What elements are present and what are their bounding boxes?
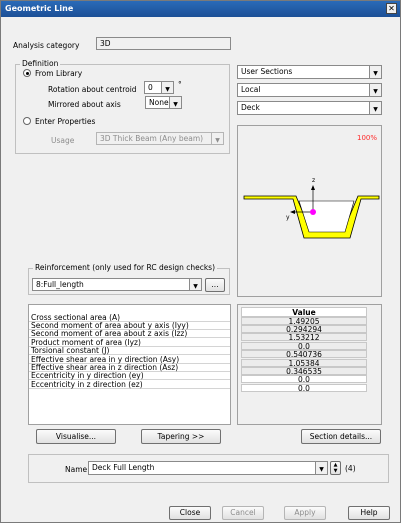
property-row-label: Eccentricity in z direction (ez) bbox=[29, 381, 230, 389]
from-library-label: From Library bbox=[35, 69, 83, 78]
rotation-unit: ° bbox=[178, 80, 182, 89]
chevron-down-icon[interactable]: ▼ bbox=[315, 462, 327, 474]
chevron-down-icon[interactable]: ▼ bbox=[369, 66, 381, 78]
definition-group-label: Definition bbox=[20, 59, 61, 68]
usage-value: 3D Thick Beam (Any beam) bbox=[100, 134, 204, 143]
z-axis-arrow bbox=[311, 185, 315, 190]
z-axis-label: z bbox=[312, 177, 315, 184]
spinner-down-icon[interactable]: ▼ bbox=[331, 468, 340, 474]
chevron-down-icon[interactable]: ▼ bbox=[169, 97, 181, 108]
usage-dropdown[interactable]: 3D Thick Beam (Any beam) ▼ bbox=[96, 132, 224, 145]
usage-label: Usage bbox=[51, 136, 75, 145]
property-row-value: 1.05384 bbox=[241, 359, 367, 368]
reinforcement-dropdown[interactable]: 8:Full_length ▼ bbox=[32, 278, 202, 291]
property-row-value: 0.540736 bbox=[241, 350, 367, 359]
library-category-dropdown[interactable]: User Sections ▼ bbox=[237, 65, 382, 79]
tapering-button[interactable]: Tapering >> bbox=[141, 429, 221, 444]
from-library-radio[interactable] bbox=[23, 69, 31, 77]
reinforcement-browse-button[interactable]: ... bbox=[205, 278, 225, 292]
name-count: (4) bbox=[345, 464, 356, 473]
geometric-line-dialog: Geometric Line ✕ Analysis category 3D De… bbox=[0, 0, 401, 523]
deck-section-void bbox=[298, 200, 355, 233]
property-row-value: 0.0 bbox=[241, 342, 367, 351]
library-location-dropdown[interactable]: Local ▼ bbox=[237, 83, 382, 97]
analysis-category-field: 3D bbox=[96, 37, 231, 50]
rotation-dropdown[interactable]: 0 ▼ bbox=[144, 81, 174, 94]
property-row-label: Eccentricity in y direction (ey) bbox=[29, 372, 230, 380]
property-row-value: 1.53212 bbox=[241, 333, 367, 342]
reinforcement-value: 8:Full_length bbox=[36, 280, 84, 289]
property-row-value: 0.346535 bbox=[241, 367, 367, 376]
enter-properties-radio[interactable] bbox=[23, 117, 31, 125]
property-row-label: Second moment of area about z axis (Izz) bbox=[29, 330, 230, 338]
chevron-down-icon[interactable]: ▼ bbox=[369, 102, 381, 114]
library-category-value: User Sections bbox=[241, 67, 293, 76]
section-preview-drawing: z y bbox=[243, 177, 380, 239]
section-details-button[interactable]: Section details... bbox=[301, 429, 381, 444]
value-column-header: Value bbox=[241, 307, 367, 317]
chevron-down-icon[interactable]: ▼ bbox=[161, 82, 173, 93]
apply-button[interactable]: Apply bbox=[284, 506, 326, 520]
centroid-marker bbox=[310, 209, 316, 215]
y-axis-arrow bbox=[290, 210, 295, 214]
chevron-down-icon[interactable]: ▼ bbox=[189, 279, 201, 290]
enter-properties-label: Enter Properties bbox=[35, 117, 96, 126]
close-icon[interactable]: ✕ bbox=[386, 3, 397, 14]
chevron-down-icon[interactable]: ▼ bbox=[211, 133, 223, 144]
visualise-button[interactable]: Visualise... bbox=[36, 429, 116, 444]
analysis-category-label: Analysis category bbox=[13, 41, 80, 50]
property-row-value: 1.49205 bbox=[241, 317, 367, 326]
reinforcement-group-label: Reinforcement (only used for RC design c… bbox=[33, 263, 218, 272]
rotation-label: Rotation about centroid bbox=[48, 85, 137, 94]
library-section-dropdown[interactable]: Deck ▼ bbox=[237, 101, 382, 115]
title-bar: Geometric Line ✕ bbox=[1, 1, 400, 17]
mirrored-label: Mirrored about axis bbox=[48, 100, 121, 109]
section-preview-panel: 100% z y bbox=[237, 125, 382, 297]
library-location-value: Local bbox=[241, 85, 261, 94]
close-button[interactable]: Close bbox=[169, 506, 211, 520]
help-button[interactable]: Help bbox=[348, 506, 390, 520]
window-title: Geometric Line bbox=[5, 4, 74, 13]
property-row-label: Torsional constant (J) bbox=[29, 347, 230, 355]
chevron-down-icon[interactable]: ▼ bbox=[369, 84, 381, 96]
mirrored-value: None bbox=[149, 98, 169, 107]
name-label: Name bbox=[65, 465, 88, 474]
name-dropdown[interactable]: Deck Full Length ▼ bbox=[88, 461, 328, 475]
properties-label-panel: Cross sectional area (A) Second moment of… bbox=[28, 304, 231, 425]
properties-value-panel: Value 1.49205 0.294294 1.53212 0.0 0.540736 1… bbox=[237, 304, 382, 425]
property-row-value[interactable]: 0.0 bbox=[241, 384, 367, 393]
cancel-button[interactable]: Cancel bbox=[222, 506, 264, 520]
y-axis-label: y bbox=[286, 214, 290, 221]
property-row-value: 0.294294 bbox=[241, 325, 367, 334]
property-row-value[interactable]: 0.0 bbox=[241, 375, 367, 384]
name-spinner[interactable]: ▲ ▼ bbox=[330, 461, 341, 475]
rotation-value: 0 bbox=[148, 83, 153, 92]
library-section-value: Deck bbox=[241, 103, 260, 112]
name-value: Deck Full Length bbox=[92, 463, 155, 472]
mirrored-dropdown[interactable]: None ▼ bbox=[145, 96, 182, 109]
